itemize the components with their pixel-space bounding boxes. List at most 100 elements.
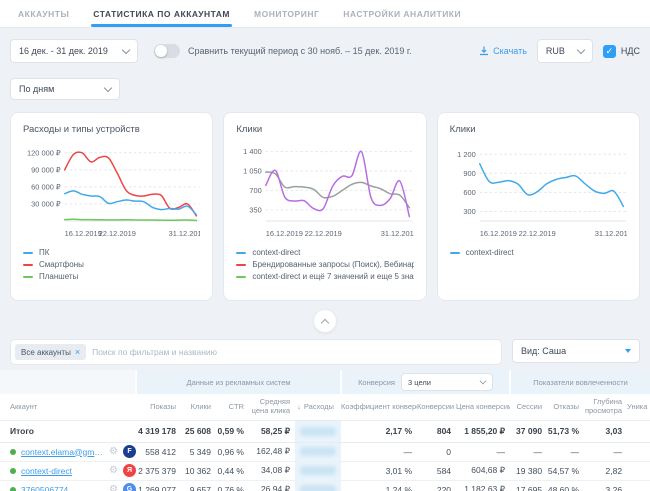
caret-down-icon [625,349,631,353]
svg-text:1 200: 1 200 [457,150,476,159]
account-link[interactable]: 3760506774 [21,485,68,491]
group-conversion: Конверсия 3 цели [341,370,510,394]
svg-text:16.12.2019: 16.12.2019 [479,229,516,238]
col-clicks[interactable]: Клики [181,394,216,420]
gear-icon[interactable]: ⚙ [109,446,118,457]
vat-control: ✓ НДС [603,45,640,58]
cell-depth: 3,03 [584,420,627,442]
total-label: Итого [0,420,136,442]
legend-item[interactable]: context-direct и ещё 7 значений и еще 5 … [236,272,413,281]
legend-label: context-direct [252,248,300,257]
account-link[interactable]: context.elama@gmail.com [21,447,104,457]
search-box[interactable]: Все аккаунты × [10,339,502,365]
cell-unique [627,442,650,461]
granularity-value: По дням [19,84,54,94]
col-avg-cpc[interactable]: Средняя цена клика [249,394,295,420]
granularity-row: По дням [10,78,640,100]
account-link[interactable]: context-direct [21,466,72,476]
legend-item[interactable]: Смартфоны [23,260,200,269]
network-badge-facebook: F [123,445,136,458]
cell-depth: 3,26 [584,480,627,491]
col-impressions[interactable]: Показы [136,394,181,420]
legend-dash-icon [236,252,246,254]
network-badge-google: G [123,483,136,491]
cell-ctr: 0,96 % [216,442,249,461]
group-engagement: Показатели вовлеченности [510,370,650,394]
col-unique-truncated[interactable]: Уника [627,394,650,420]
cell-cpa: 1 182,63 ₽ [456,480,510,491]
legend-item[interactable]: context-direct [236,248,413,257]
cell-conv-rate: — [341,442,417,461]
legend-label: Планшеты [39,272,78,281]
svg-text:120 000 ₽: 120 000 ₽ [27,148,61,157]
compare-toggle[interactable] [154,44,180,58]
chart-title: Клики [236,124,413,135]
tab-accounts[interactable]: АККАУНТЫ [6,0,81,27]
granularity-select[interactable]: По дням [10,78,120,100]
view-select[interactable]: Вид: Саша [512,339,640,363]
col-ctr[interactable]: CTR [216,394,249,420]
legend-label: Смартфоны [39,260,84,269]
legend-item[interactable]: Брендированные запросы (Поиск), Вебинар … [236,260,413,269]
group-header-row: Данные из рекламных систем Конверсия 3 ц… [0,370,650,394]
col-depth[interactable]: Глубина просмотра [584,394,627,420]
tab-analytics-settings[interactable]: НАСТРОЙКИ АНАЛИТИКИ [331,0,473,27]
cell-conversions: 804 [417,420,456,442]
cell-ctr: 0,44 % [216,461,249,480]
chart-card-clicks-account: Клики 1 20090060030016.12.201922.12.2019… [437,112,640,301]
vat-checkbox[interactable]: ✓ [603,45,616,58]
gear-icon[interactable]: ⚙ [109,484,118,491]
col-cpa[interactable]: Цена конверсии [456,394,510,420]
svg-text:16.12.2019: 16.12.2019 [266,229,303,238]
svg-text:1 050: 1 050 [244,166,263,175]
cell-ctr: 0,59 % [216,420,249,442]
chart-title: Клики [450,124,627,135]
view-value: Вид: Саша [521,346,566,356]
svg-text:31.12.2019: 31.12.2019 [169,229,201,238]
col-conversions[interactable]: Конверсии [417,394,456,420]
svg-text:90 000 ₽: 90 000 ₽ [31,165,61,174]
col-account[interactable]: Аккаунт [0,394,136,420]
cell-clicks: 25 608 [181,420,216,442]
legend-item[interactable]: ПК [23,248,200,257]
collapse-charts-button[interactable] [313,309,337,333]
cell-conversions: 220 [417,480,456,491]
filter-tag-all-accounts[interactable]: Все аккаунты × [15,344,86,360]
stats-table-section: Данные из рекламных систем Конверсия 3 ц… [0,370,650,491]
goals-select[interactable]: 3 цели [401,373,493,391]
date-range-select[interactable]: 16 дек. - 31 дек. 2019 [10,39,138,63]
remove-tag-icon[interactable]: × [75,347,80,357]
account-cell: context.elama@gmail.com ⚙ F [0,442,136,461]
currency-value: RUB [546,46,565,56]
blurred-value [300,447,336,456]
search-input[interactable] [92,347,497,357]
filter-bar: Все аккаунты × Вид: Саша [10,339,640,365]
cell-impressions: 2 375 379 [136,461,181,480]
legend-item[interactable]: Планшеты [23,272,200,281]
currency-select[interactable]: RUB [537,39,593,63]
legend-item[interactable]: context-direct [450,248,627,257]
cell-clicks: 10 362 [181,461,216,480]
svg-text:300: 300 [463,207,475,216]
download-button[interactable]: Скачать [479,46,527,56]
col-bounce[interactable]: Отказы [547,394,584,420]
col-conv-rate[interactable]: Коэффициент конверсии [341,394,417,420]
top-nav: АККАУНТЫ СТАТИСТИКА ПО АККАУНТАМ МОНИТОР… [0,0,650,28]
group-blank [0,370,136,394]
gear-icon[interactable]: ⚙ [109,465,118,476]
legend-label: ПК [39,248,49,257]
vat-label: НДС [621,46,640,56]
cell-bounce: 51,73 % [547,420,584,442]
svg-text:31.12.2019: 31.12.2019 [594,229,627,238]
cell-cpa: — [456,442,510,461]
tab-monitoring[interactable]: МОНИТОРИНГ [242,0,331,27]
col-costs-sorted[interactable]: ↓ Расходы [295,394,341,420]
cell-avg-cpc: 34,08 ₽ [249,461,295,480]
cell-bounce: 54,57 % [547,461,584,480]
col-sessions[interactable]: Сессии [510,394,547,420]
stats-table: Данные из рекламных систем Конверсия 3 ц… [0,370,650,491]
account-row: 3760506774 ⚙ G 1 269 077 9 657 0,76 % 26… [0,480,650,491]
legend-dash-icon [236,264,246,266]
tab-account-stats[interactable]: СТАТИСТИКА ПО АККАУНТАМ [81,0,242,27]
legend-dash-icon [23,264,33,266]
